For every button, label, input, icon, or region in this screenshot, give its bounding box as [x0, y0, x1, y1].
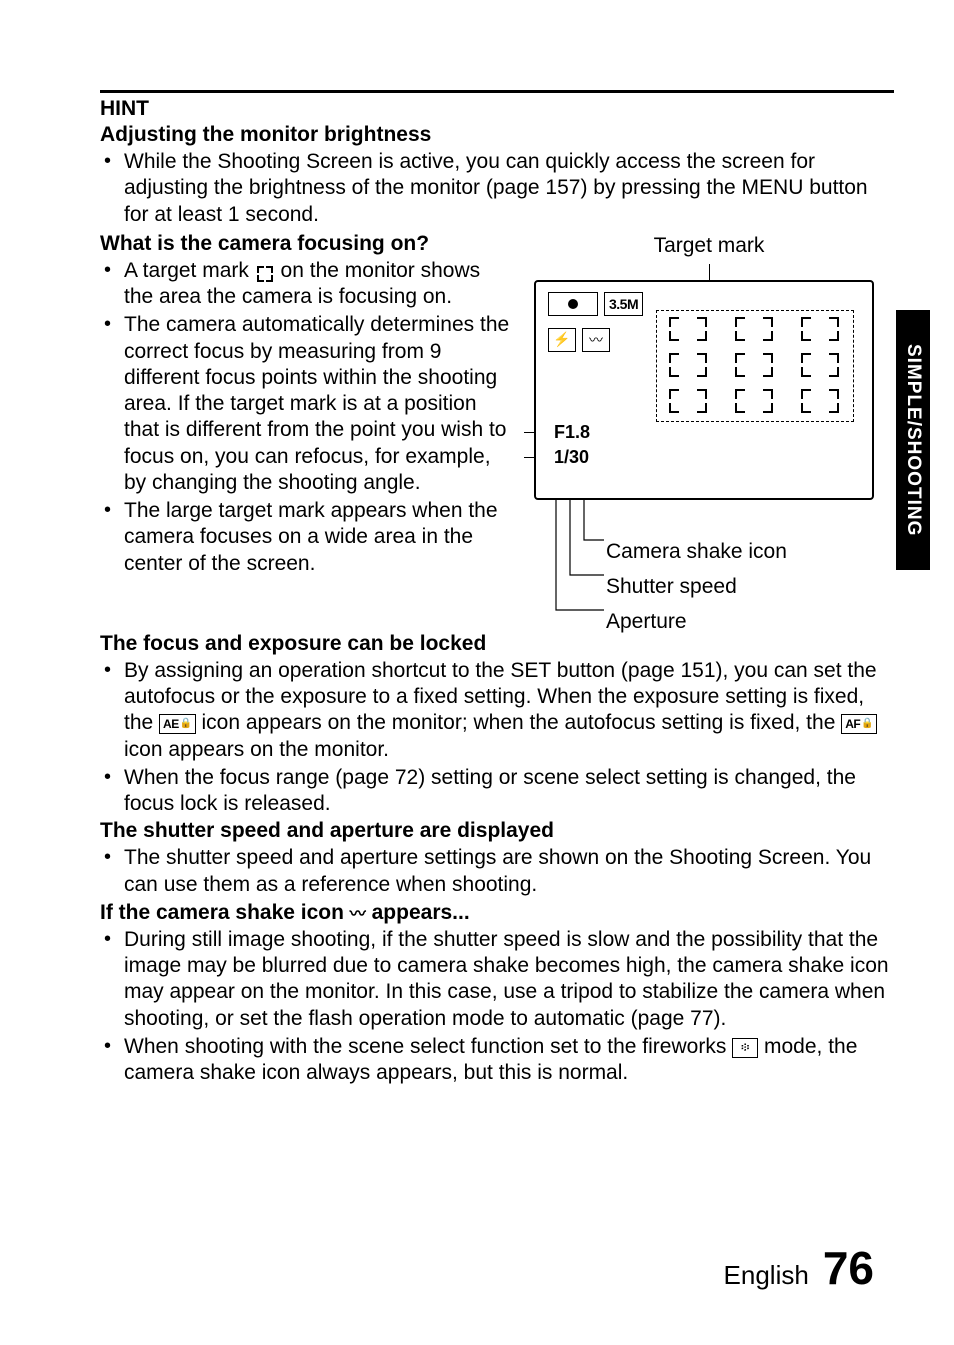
- text-fragment: When shooting with the scene select func…: [124, 1035, 732, 1058]
- bullet-text: When the focus range (page 72) setting o…: [100, 765, 894, 818]
- hint-label: HINT: [100, 97, 894, 121]
- diagram-caption-target: Target mark: [524, 234, 894, 258]
- heading-adjust-brightness: Adjusting the monitor brightness: [100, 123, 894, 147]
- text-fragment: icon appears on the monitor; when the au…: [196, 711, 842, 734]
- shooting-screen-diagram: Target mark 3.5M ⚡ 〰 F1.8 1/30: [524, 230, 894, 630]
- leader-line: [709, 264, 710, 280]
- side-tab-label: SIMPLE/SHOOTING: [902, 344, 924, 536]
- text-fragment: appears...: [366, 901, 470, 924]
- bullet-text: A target mark on the monitor shows the a…: [100, 258, 512, 311]
- record-dot-icon: [568, 299, 578, 309]
- text-fragment: icon appears on the monitor.: [124, 738, 389, 761]
- page-footer: English 76: [724, 1241, 874, 1295]
- af-lock-icon: AF: [841, 714, 877, 734]
- ae-lock-icon: AE: [159, 714, 196, 734]
- bullet-text: While the Shooting Screen is active, you…: [100, 149, 894, 228]
- camera-shake-icon: 〰: [350, 900, 366, 924]
- divider: [100, 90, 894, 93]
- aperture-value: F1.8: [554, 422, 590, 443]
- side-tab: SIMPLE/SHOOTING: [896, 310, 930, 570]
- shutter-value: 1/30: [554, 447, 589, 468]
- resolution-badge: 3.5M: [604, 292, 643, 316]
- focus-area-outline: [656, 310, 854, 422]
- leader-line: [524, 457, 536, 458]
- bullet-text: By assigning an operation shortcut to th…: [100, 658, 894, 763]
- callout-lines: [544, 500, 614, 630]
- text-fragment: A target mark: [124, 259, 255, 282]
- fireworks-mode-icon: ፨: [732, 1038, 758, 1058]
- bullet-text: The shutter speed and aperture settings …: [100, 845, 894, 898]
- record-mode-icon: [548, 292, 598, 316]
- callout-shake: Camera shake icon: [606, 540, 787, 564]
- footer-page-number: 76: [823, 1241, 874, 1295]
- bullet-text: During still image shooting, if the shut…: [100, 927, 894, 1032]
- heading-camera-shake: If the camera shake icon 〰 appears...: [100, 900, 894, 925]
- callout-aperture: Aperture: [606, 610, 687, 634]
- bullet-text: The camera automatically determines the …: [100, 312, 512, 496]
- bullet-text: When shooting with the scene select func…: [100, 1034, 894, 1087]
- flash-auto-icon: ⚡: [548, 328, 576, 352]
- footer-language: English: [724, 1260, 809, 1291]
- text-fragment: If the camera shake icon: [100, 901, 350, 924]
- camera-shake-icon: 〰: [582, 328, 610, 352]
- monitor-outline: 3.5M ⚡ 〰 F1.8 1/30: [534, 280, 874, 500]
- target-mark-icon: [257, 266, 273, 282]
- heading-shutter-aperture-display: The shutter speed and aperture are displ…: [100, 819, 894, 843]
- bullet-text: The large target mark appears when the c…: [100, 498, 512, 577]
- heading-focus-exposure-lock: The focus and exposure can be locked: [100, 632, 894, 656]
- callout-shutter: Shutter speed: [606, 575, 737, 599]
- heading-focusing: What is the camera focusing on?: [100, 232, 512, 256]
- leader-line: [524, 432, 536, 433]
